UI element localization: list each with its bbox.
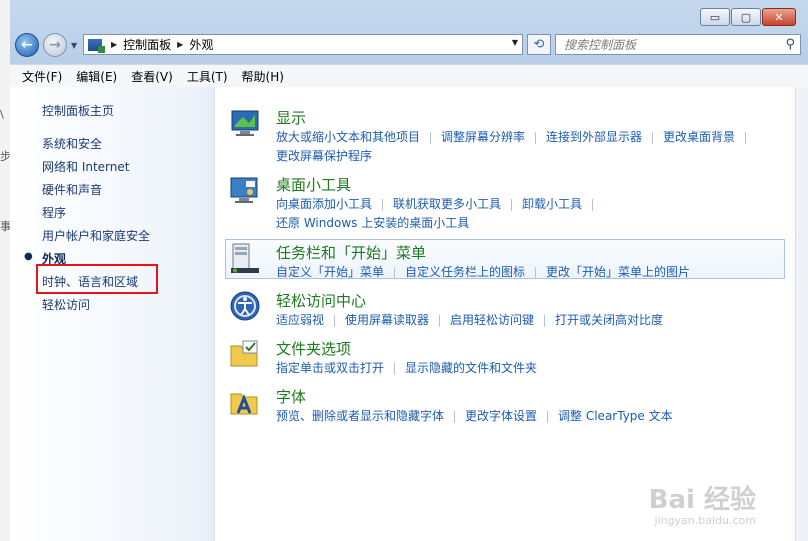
back-arrow-icon: ← <box>21 37 33 53</box>
link-desktop-background[interactable]: 更改桌面背景 <box>663 130 735 144</box>
link-customize-taskbar-icons[interactable]: 自定义任务栏上的图标 <box>405 265 525 279</box>
link-single-double-click[interactable]: 指定单击或双击打开 <box>276 361 384 375</box>
search-box: ⚲ <box>555 34 801 55</box>
display-icon <box>231 110 259 136</box>
gadgets-icon <box>230 177 258 203</box>
category-gadgets-title[interactable]: 桌面小工具 <box>276 174 351 195</box>
window-caption-buttons: ▭ ▢ ✕ <box>700 8 796 26</box>
current-item-bullet: ● <box>24 251 33 262</box>
baidu-watermark: Bai 经验 jingyan.baidu.com <box>649 479 756 527</box>
breadcrumb-control-panel[interactable]: 控制面板 <box>123 36 171 53</box>
link-restore-gadgets[interactable]: 还原 Windows 上安装的桌面小工具 <box>276 216 469 230</box>
breadcrumb-appearance[interactable]: 外观 <box>189 36 213 53</box>
menu-help[interactable]: 帮助(H) <box>242 68 284 85</box>
taskbar-icon <box>231 243 259 273</box>
chevron-right-icon[interactable]: ▶ <box>177 40 183 49</box>
folder-options-icon <box>230 340 258 367</box>
control-panel-icon <box>88 38 105 53</box>
search-input[interactable] <box>562 36 776 53</box>
recent-pages-dropdown[interactable]: ▼ <box>71 41 77 50</box>
refresh-icon: ⟲ <box>533 37 545 52</box>
category-gadgets-links: 向桌面添加小工具 联机获取更多小工具 卸载小工具 还原 Windows 上安装的桌面… <box>276 195 796 233</box>
forward-arrow-icon: → <box>49 37 61 53</box>
link-preview-fonts[interactable]: 预览、删除或者显示和隐藏字体 <box>276 409 444 423</box>
category-display-links: 放大或缩小文本和其他项目 调整屏幕分辨率 连接到外部显示器 更改桌面背景 更改屏幕保护… <box>276 128 796 166</box>
menu-edit[interactable]: 编辑(E) <box>76 68 117 85</box>
link-screensaver[interactable]: 更改屏幕保护程序 <box>276 149 372 163</box>
menu-bar: 文件(F) 编辑(E) 查看(V) 工具(T) 帮助(H) <box>10 64 808 87</box>
back-button[interactable]: ← <box>15 33 39 57</box>
fonts-icon <box>230 393 258 415</box>
link-low-vision[interactable]: 适应弱视 <box>276 313 324 327</box>
category-taskbar-links: 自定义「开始」菜单 自定义任务栏上的图标 更改「开始」菜单上的图片 <box>276 263 796 282</box>
link-show-hidden-files[interactable]: 显示隐藏的文件和文件夹 <box>405 361 537 375</box>
category-ease-title[interactable]: 轻松访问中心 <box>276 290 366 311</box>
link-text-size[interactable]: 放大或缩小文本和其他项目 <box>276 130 420 144</box>
navigation-bar: ← → ▼ ▶ 控制面板 ▶ 外观 ▼ ⟲ ⚲ <box>15 32 803 58</box>
sidebar-item-hardware-sound[interactable]: 硬件和声音 <box>42 181 102 198</box>
link-uninstall-gadget[interactable]: 卸载小工具 <box>522 197 582 211</box>
category-fonts-links: 预览、删除或者显示和隐藏字体 更改字体设置 调整 ClearType 文本 <box>276 407 796 426</box>
chevron-right-icon[interactable]: ▶ <box>111 40 117 49</box>
refresh-button[interactable]: ⟲ <box>527 34 551 55</box>
link-easy-access-keys[interactable]: 启用轻松访问键 <box>450 313 534 327</box>
watermark-site: jingyan.baidu.com <box>654 514 756 527</box>
menu-file[interactable]: 文件(F) <box>22 68 62 85</box>
category-fonts-title[interactable]: 字体 <box>276 386 306 407</box>
link-external-display[interactable]: 连接到外部显示器 <box>546 130 642 144</box>
link-screen-reader[interactable]: 使用屏幕读取器 <box>345 313 429 327</box>
minimize-button[interactable]: ▭ <box>700 8 730 26</box>
link-customize-start-menu[interactable]: 自定义「开始」菜单 <box>276 265 384 279</box>
sidebar-item-system-security[interactable]: 系统和安全 <box>42 135 102 152</box>
menu-view[interactable]: 查看(V) <box>131 68 173 85</box>
link-add-gadgets[interactable]: 向桌面添加小工具 <box>276 197 372 211</box>
category-taskbar-title[interactable]: 任务栏和「开始」菜单 <box>276 242 426 263</box>
category-ease-links: 适应弱视 使用屏幕读取器 启用轻松访问键 打开或关闭高对比度 <box>276 311 796 330</box>
link-change-start-picture[interactable]: 更改「开始」菜单上的图片 <box>546 265 690 279</box>
vertical-scrollbar[interactable] <box>795 87 808 541</box>
sidebar-item-network[interactable]: 网络和 Internet <box>42 158 129 175</box>
sidebar-home-link[interactable]: 控制面板主页 <box>42 102 114 119</box>
search-icon[interactable]: ⚲ <box>785 37 795 52</box>
link-font-settings[interactable]: 更改字体设置 <box>465 409 537 423</box>
address-dropdown-icon[interactable]: ▼ <box>512 38 518 47</box>
main-content: 显示 放大或缩小文本和其他项目 调整屏幕分辨率 连接到外部显示器 更改桌面背景 更改屏… <box>215 87 796 541</box>
link-screen-resolution[interactable]: 调整屏幕分辨率 <box>441 130 525 144</box>
ease-of-access-icon <box>230 291 260 321</box>
sidebar-item-ease-of-access[interactable]: 轻松访问 <box>42 296 90 313</box>
close-button[interactable]: ✕ <box>762 8 796 26</box>
link-get-more-gadgets[interactable]: 联机获取更多小工具 <box>393 197 501 211</box>
menu-tools[interactable]: 工具(T) <box>187 68 228 85</box>
address-bar[interactable]: ▶ 控制面板 ▶ 外观 ▼ <box>83 34 523 55</box>
highlight-annotation-box <box>36 264 158 294</box>
sidebar-item-user-accounts[interactable]: 用户帐户和家庭安全 <box>42 227 150 244</box>
control-panel-window: ▭ ▢ ✕ ← → ▼ ▶ 控制面板 ▶ 外观 ▼ ⟲ ⚲ 文件(F) 编辑(E… <box>10 0 808 541</box>
category-folder-title[interactable]: 文件夹选项 <box>276 338 351 359</box>
sidebar-item-programs[interactable]: 程序 <box>42 204 66 221</box>
category-display-title[interactable]: 显示 <box>276 107 306 128</box>
link-high-contrast[interactable]: 打开或关闭高对比度 <box>555 313 663 327</box>
category-folder-links: 指定单击或双击打开 显示隐藏的文件和文件夹 <box>276 359 796 378</box>
link-cleartype[interactable]: 调整 ClearType 文本 <box>558 409 673 423</box>
maximize-button[interactable]: ▢ <box>731 8 761 26</box>
sidebar: 控制面板主页 系统和安全 网络和 Internet 硬件和声音 程序 用户帐户和… <box>10 87 215 541</box>
forward-button[interactable]: → <box>43 33 67 57</box>
watermark-brand: Bai 经验 <box>648 485 756 515</box>
